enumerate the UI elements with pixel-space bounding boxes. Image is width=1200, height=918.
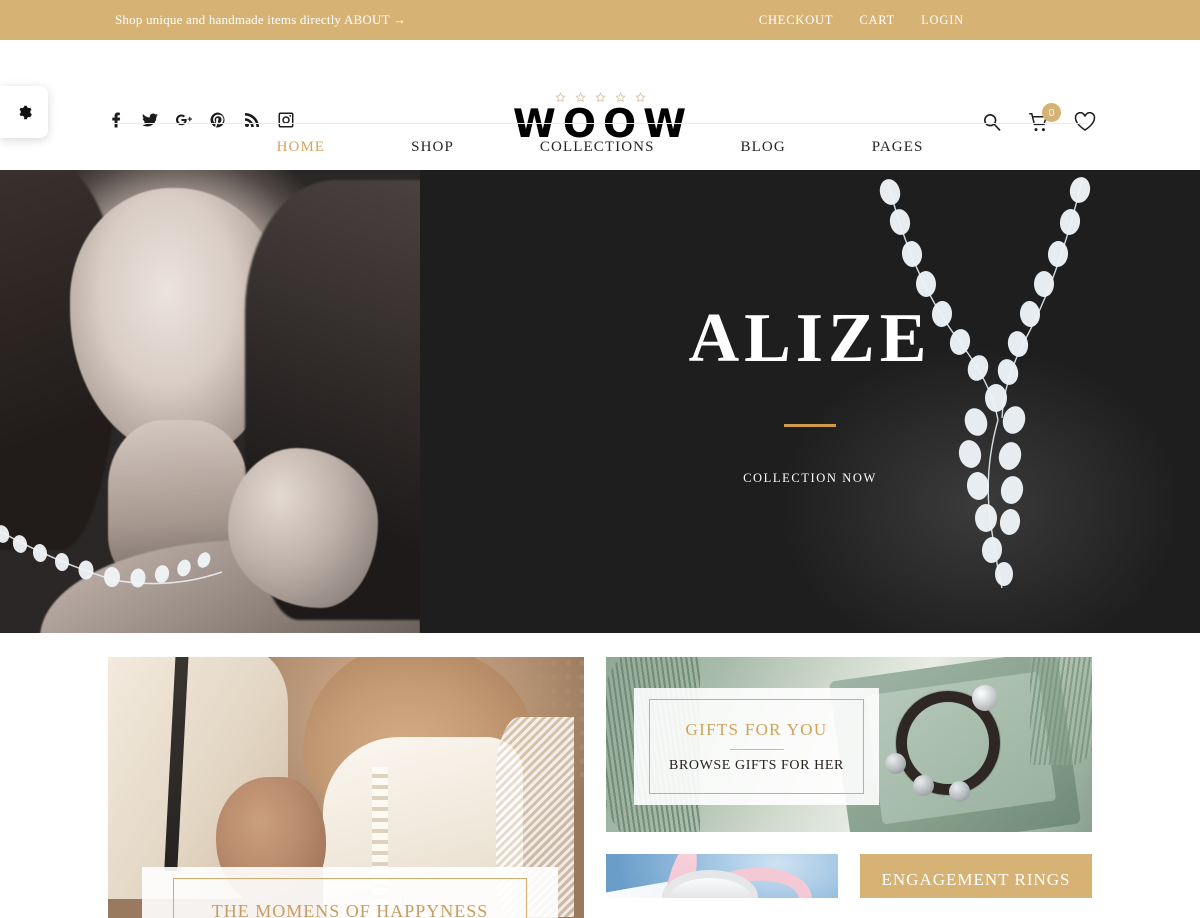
announcement-bar: Shop unique and handmade items directly … [0, 0, 1200, 40]
topbar-link-login[interactable]: LOGIN [921, 13, 964, 28]
bridal-panel: THE MOMENS OF HAPPYNESS [142, 867, 558, 918]
nav-item-collections[interactable]: COLLECTIONS [497, 139, 698, 156]
topbar-link-checkout[interactable]: CHECKOUT [759, 13, 833, 28]
promo-column-left: THE MOMENS OF HAPPYNESS [108, 657, 584, 918]
gear-icon [16, 104, 33, 121]
gifts-divider [729, 748, 784, 750]
promo-card-ribbon[interactable] [606, 854, 838, 898]
gifts-panel: GIFTS FOR YOU BROWSE GIFTS FOR HER [634, 688, 879, 805]
promo-card-gifts[interactable]: GIFTS FOR YOU BROWSE GIFTS FOR HER [606, 657, 1092, 832]
topbar-links: CHECKOUT CART LOGIN [759, 13, 1072, 28]
main-navigation: HOME SHOP COLLECTIONS BLOG PAGES [0, 124, 1200, 170]
hero-title: ALIZE [688, 299, 932, 377]
announcement-message: Shop unique and handmade items directly … [115, 12, 407, 27]
promo-small-row: ENGAGEMENT RINGS [606, 854, 1092, 898]
hero-divider [784, 423, 836, 427]
hero-model-photo [0, 170, 420, 633]
theme-settings-toggle[interactable] [0, 86, 48, 138]
hero-content: ALIZE COLLECTION NOW [420, 170, 1200, 633]
gifts-subtitle[interactable]: BROWSE GIFTS FOR HER [669, 758, 844, 774]
promo-card-engagement-rings[interactable]: ENGAGEMENT RINGS [860, 854, 1092, 898]
topbar-link-cart[interactable]: CART [859, 13, 895, 28]
hero-banner: ALIZE COLLECTION NOW [0, 170, 1200, 633]
gifts-title: GIFTS FOR YOU [685, 719, 828, 739]
site-header: WOOW 0 HOME SHOP COLLECTIONS BLOG PAGES [0, 40, 1200, 170]
promo-grid: THE MOMENS OF HAPPYNESS GIFTS FOR YOU BR… [0, 633, 1200, 918]
engagement-rings-title: ENGAGEMENT RINGS [881, 870, 1071, 889]
promo-column-right: GIFTS FOR YOU BROWSE GIFTS FOR HER ENGAG… [606, 657, 1092, 898]
nav-item-pages[interactable]: PAGES [829, 139, 967, 156]
bridal-title: THE MOMENS OF HAPPYNESS [211, 901, 489, 918]
promo-card-bridal[interactable]: THE MOMENS OF HAPPYNESS [108, 657, 584, 918]
nav-item-shop[interactable]: SHOP [368, 139, 497, 156]
nav-item-blog[interactable]: BLOG [698, 139, 829, 156]
hero-subtitle[interactable]: COLLECTION NOW [743, 471, 877, 486]
cart-count-badge: 0 [1042, 103, 1061, 122]
nav-item-home[interactable]: HOME [234, 139, 369, 156]
